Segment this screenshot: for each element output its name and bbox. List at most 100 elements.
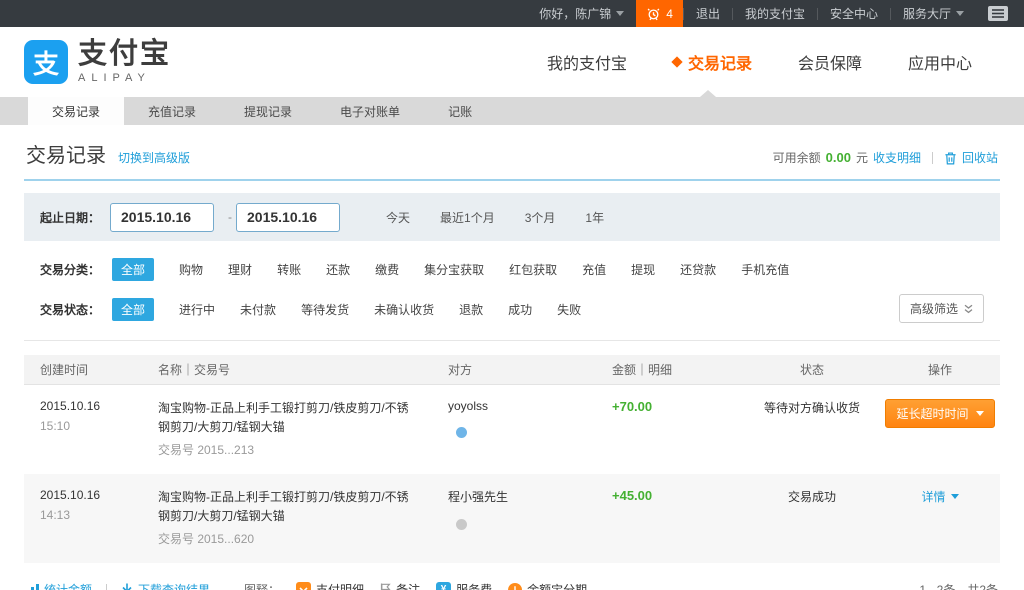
site-list-button[interactable] <box>976 0 1008 27</box>
member-badge-icon[interactable] <box>456 519 467 530</box>
category-transfer[interactable]: 转账 <box>277 261 301 278</box>
bar-chart-icon <box>26 584 39 590</box>
chevron-down-icon <box>616 11 624 16</box>
category-mobile-topup[interactable]: 手机充值 <box>741 261 789 278</box>
nav-label: 会员保障 <box>798 50 862 74</box>
extend-timeout-button[interactable]: 延长超时时间 <box>885 399 994 428</box>
greeting-text: 你好， <box>539 5 575 22</box>
subtab-transaction-records[interactable]: 交易记录 <box>28 97 124 125</box>
recycle-bin-link[interactable]: 回收站 <box>962 149 998 166</box>
nav-transaction-records[interactable]: 交易记录 <box>673 50 752 74</box>
date-separator: - <box>228 210 232 224</box>
user-menu[interactable]: 你好， 陈广锦 <box>527 0 636 27</box>
quick-link-today[interactable]: 今天 <box>386 209 410 226</box>
category-items: 全部 购物 理财 转账 还款 缴费 集分宝获取 红包获取 充值 提现 还贷款 手… <box>112 258 789 281</box>
service-hall-label: 服务大厅 <box>903 5 951 22</box>
cell-status: 等待对方确认收货 <box>744 399 880 458</box>
quick-date-links: 今天 最近1个月 3个月 1年 <box>386 209 604 226</box>
logo-subtitle: ALIPAY <box>78 72 171 84</box>
income-expense-link[interactable]: 收支明细 <box>873 149 921 166</box>
alipay-logo-icon: 支 <box>24 40 68 84</box>
category-filter-row: 交易分类： 全部 购物 理财 转账 还款 缴费 集分宝获取 红包获取 充值 提现… <box>24 258 1000 281</box>
diamond-icon <box>671 56 682 67</box>
transaction-name: 淘宝购物-正品上利手工锻打剪刀/铁皮剪刀/不锈钢剪刀/大剪刀/锰钢大锚 <box>158 488 432 525</box>
category-redpacket[interactable]: 红包获取 <box>509 261 557 278</box>
status-in-progress[interactable]: 进行中 <box>179 301 215 318</box>
cell-action: 详情 <box>880 488 1000 547</box>
status-unpaid[interactable]: 未付款 <box>240 301 276 318</box>
nav-member-protection[interactable]: 会员保障 <box>798 50 862 74</box>
category-all[interactable]: 全部 <box>112 258 154 281</box>
nav-my-alipay[interactable]: 我的支付宝 <box>547 50 627 74</box>
service-hall-menu[interactable]: 服务大厅 <box>891 0 976 27</box>
security-center-label: 安全中心 <box>830 5 878 22</box>
cell-amount: +45.00 <box>594 488 744 547</box>
subtab-label: 电子对账单 <box>340 103 400 120</box>
end-date-input[interactable] <box>236 203 340 232</box>
quick-link-3months[interactable]: 3个月 <box>525 209 556 226</box>
subtab-withdraw-records[interactable]: 提现记录 <box>220 97 316 125</box>
status-all[interactable]: 全部 <box>112 298 154 321</box>
legend-item-label: 余额宝分期 <box>527 581 587 590</box>
balance-value: 0.00 <box>826 150 851 165</box>
notification-count: 4 <box>666 7 673 21</box>
notification-button[interactable]: 4 <box>636 0 683 27</box>
download-results-link[interactable]: 下载查询结果 <box>121 581 210 590</box>
chevron-down-icon <box>951 494 959 499</box>
divider <box>24 340 1000 341</box>
category-repayment[interactable]: 还款 <box>326 261 350 278</box>
quick-link-1year[interactable]: 1年 <box>585 209 604 226</box>
site-header: 支 支付宝 ALIPAY 我的支付宝 交易记录 会员保障 应用中心 <box>0 27 1024 97</box>
cell-name: 淘宝购物-正品上利手工锻打剪刀/铁皮剪刀/不锈钢剪刀/大剪刀/锰钢大锚 交易号 … <box>142 488 432 547</box>
footer-links: 统计金额 下载查询结果 <box>26 581 210 590</box>
username: 陈广锦 <box>575 5 611 22</box>
alipay-logo[interactable]: 支 支付宝 ALIPAY <box>24 40 171 84</box>
category-withdraw[interactable]: 提现 <box>631 261 655 278</box>
my-alipay-link[interactable]: 我的支付宝 <box>733 0 817 27</box>
advanced-filter-button[interactable]: 高级筛选 <box>899 294 984 323</box>
quick-link-1month[interactable]: 最近1个月 <box>440 209 495 226</box>
col-amount-detail: 金额｜明细 <box>594 361 744 378</box>
legend-service-fee: ¥ 服务费 <box>436 581 492 590</box>
category-wealth[interactable]: 理财 <box>228 261 252 278</box>
member-badge-icon[interactable] <box>456 427 467 438</box>
subtab-topup-records[interactable]: 充值记录 <box>124 97 220 125</box>
payment-detail-icon <box>296 582 311 590</box>
subtab-e-statement[interactable]: 电子对账单 <box>316 97 424 125</box>
col-created-time: 创建时间 <box>24 361 142 378</box>
main-nav: 我的支付宝 交易记录 会员保障 应用中心 <box>547 50 1000 74</box>
category-loan-repay[interactable]: 还贷款 <box>680 261 716 278</box>
legend-note: 备注 <box>380 581 420 590</box>
cell-action: 延长超时时间 <box>880 399 1000 458</box>
trade-number: 交易号 2015...620 <box>158 530 432 547</box>
switch-advanced-link[interactable]: 切换到高级版 <box>118 149 190 166</box>
subtab-label: 充值记录 <box>148 103 196 120</box>
sub-nav: 交易记录 充值记录 提现记录 电子对账单 记账 <box>0 97 1024 125</box>
col-action: 操作 <box>880 361 1000 378</box>
category-shopping[interactable]: 购物 <box>179 261 203 278</box>
transaction-time: 15:10 <box>40 419 142 433</box>
logo-glyph: 支 <box>33 44 59 81</box>
stats-amount-link[interactable]: 统计金额 <box>26 581 92 590</box>
subtab-bookkeeping[interactable]: 记账 <box>424 97 496 125</box>
category-bills[interactable]: 缴费 <box>375 261 399 278</box>
status-unconfirmed-receipt[interactable]: 未确认收货 <box>374 301 434 318</box>
nav-label: 我的支付宝 <box>547 50 627 74</box>
status-success[interactable]: 成功 <box>508 301 532 318</box>
detail-link[interactable]: 详情 <box>921 488 958 505</box>
legend-item-label: 支付明细 <box>316 581 364 590</box>
table-row: 2015.10.16 15:10 淘宝购物-正品上利手工锻打剪刀/铁皮剪刀/不锈… <box>24 385 1000 474</box>
category-topup[interactable]: 充值 <box>582 261 606 278</box>
status-failed[interactable]: 失败 <box>557 301 581 318</box>
status-refund[interactable]: 退款 <box>459 301 483 318</box>
download-results-label: 下载查询结果 <box>138 581 210 590</box>
security-center-link[interactable]: 安全中心 <box>818 0 890 27</box>
start-date-input[interactable] <box>110 203 214 232</box>
legend: 图释： 支付明细 备注 ¥ 服务费 <box>244 581 587 590</box>
category-jifenbao[interactable]: 集分宝获取 <box>424 261 484 278</box>
my-alipay-label: 我的支付宝 <box>745 5 805 22</box>
nav-app-center[interactable]: 应用中心 <box>908 50 972 74</box>
clock-icon <box>508 583 522 590</box>
logout-link[interactable]: 退出 <box>684 0 732 27</box>
status-awaiting-shipment[interactable]: 等待发货 <box>301 301 349 318</box>
